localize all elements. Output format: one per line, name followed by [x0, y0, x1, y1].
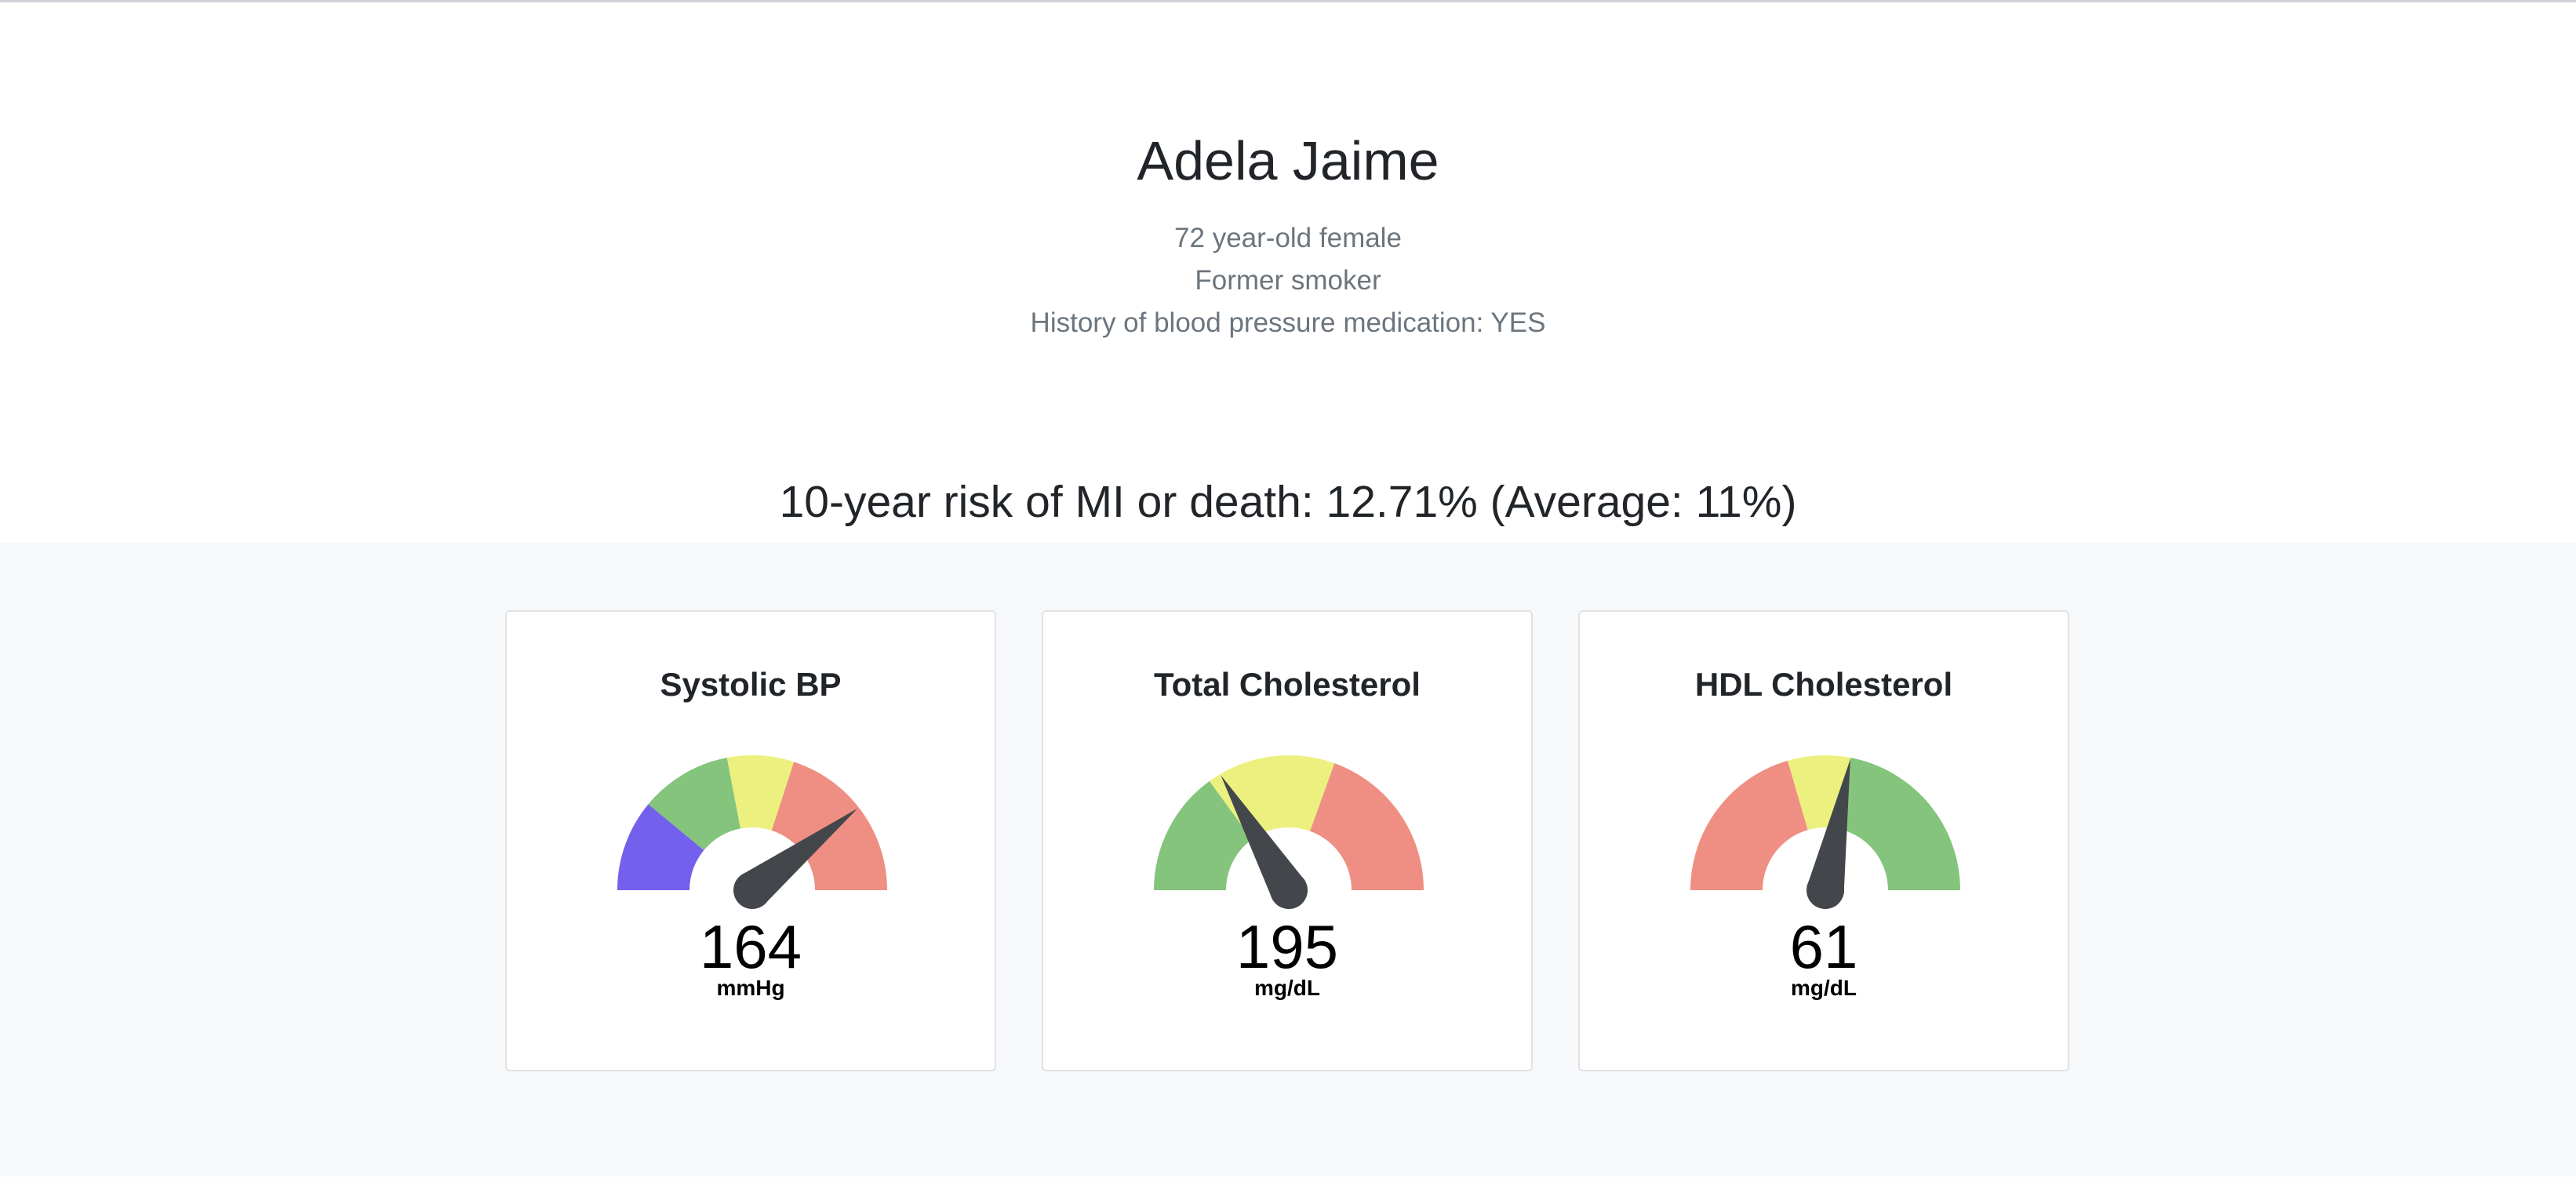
patient-bp-medication: History of blood pressure medication: YE… [1030, 307, 1546, 338]
card-unit: mmHg [716, 976, 785, 1000]
card-unit: mg/dL [1254, 976, 1320, 1000]
card-total-cholesterol: Total Cholesterol 195 mg/dL [1042, 610, 1533, 1071]
gauge-segment-red [1690, 760, 1808, 890]
patient-name: Adela Jaime [1137, 130, 1439, 191]
card-value: 61 [1789, 912, 1858, 981]
card-title: Total Cholesterol [1154, 666, 1421, 703]
gauge-needle-hub [1270, 871, 1308, 909]
card-unit: mg/dL [1791, 976, 1857, 1000]
card-value: 164 [699, 912, 802, 981]
gauge-needle-hub [1806, 871, 1844, 909]
card-title: Systolic BP [660, 666, 842, 703]
card-systolic-bp: Systolic BP 164 mmHg [505, 610, 996, 1071]
card-value: 195 [1235, 912, 1339, 981]
top-divider [0, 0, 2576, 2]
card-hdl-cholesterol: HDL Cholesterol 61 mg/dL [1578, 610, 2069, 1071]
risk-summary: 10-year risk of MI or death: 12.71% (Ave… [779, 477, 1797, 527]
gauge-needle-hub [733, 871, 771, 909]
card-title: HDL Cholesterol [1694, 666, 1953, 703]
patient-smoking-status: Former smoker [1195, 265, 1381, 296]
gauge-segment-green [1836, 758, 1960, 890]
patient-age-sex: 72 year-old female [1174, 223, 1402, 253]
